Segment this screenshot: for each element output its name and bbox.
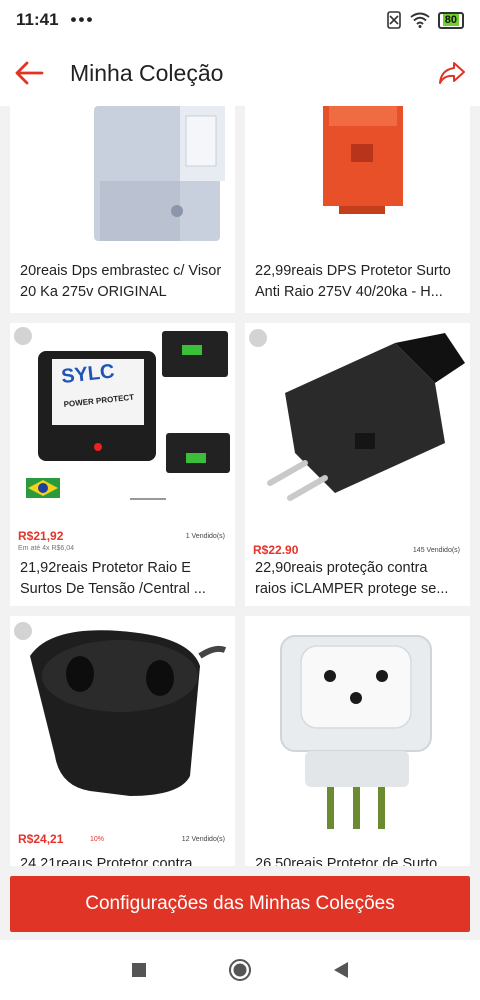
product-grid: 20reais Dps embrastec c/ Visor 20 Ka 275…	[0, 106, 480, 866]
product-card[interactable]: 22,99reais DPS Protetor Surto Anti Raio …	[245, 106, 470, 313]
recent-apps-icon[interactable]	[131, 962, 147, 978]
product-title[interactable]: 22,90reais proteção contra raios iCLAMPE…	[255, 558, 462, 600]
discount-badge: 10%	[90, 836, 105, 843]
product-title[interactable]: 22,99reais DPS Protetor Surto Anti Raio …	[255, 261, 462, 303]
product-price: R$21,92	[18, 529, 64, 543]
collection-settings-button[interactable]: Configurações das Minhas Coleções	[10, 876, 470, 932]
product-image[interactable]	[245, 323, 470, 538]
share-icon[interactable]	[438, 61, 466, 85]
product-card[interactable]: SYLC POWER PROTECT R$21,92 Em até 4x R$6…	[10, 323, 235, 606]
back-triangle-icon[interactable]	[333, 961, 349, 979]
sim-off-icon	[386, 11, 401, 29]
product-card[interactable]: R$24,21 10% 12 Vendido(s) 24,21reaus Pro…	[10, 616, 235, 866]
product-title[interactable]: 21,92reais Protetor Raio E Surtos De Ten…	[20, 558, 227, 600]
status-icons: 80	[386, 11, 464, 29]
product-title[interactable]: 20reais Dps embrastec c/ Visor 20 Ka 275…	[20, 261, 227, 303]
back-arrow-icon[interactable]	[14, 61, 44, 85]
status-time: 11:41	[16, 10, 59, 29]
system-nav-bar	[0, 940, 480, 1000]
battery-level: 80	[442, 13, 459, 26]
product-price: R$24,21	[18, 832, 64, 846]
page-title: Minha Coleção	[70, 59, 224, 86]
product-title[interactable]: 26,50reais Protetor de Surto	[255, 854, 462, 866]
sold-count: 12 Vendido(s)	[181, 836, 225, 843]
product-card[interactable]: R$22.90 145 Vendido(s) 22,90reais proteç…	[245, 323, 470, 606]
sold-count: 1 Vendido(s)	[185, 533, 225, 540]
sold-count: 145 Vendido(s)	[412, 547, 460, 554]
compare-icon[interactable]	[249, 329, 267, 347]
home-icon[interactable]	[228, 958, 252, 982]
product-image[interactable]	[245, 106, 470, 251]
product-card[interactable]: 20reais Dps embrastec c/ Visor 20 Ka 275…	[10, 106, 235, 313]
product-image[interactable]: SYLC POWER PROTECT	[10, 323, 235, 518]
product-card[interactable]: 26,50reais Protetor de Surto	[245, 616, 470, 866]
product-image[interactable]	[245, 616, 470, 844]
battery-icon: 80	[437, 11, 464, 29]
app-bar: Minha Coleção	[0, 40, 480, 106]
product-title[interactable]: 24,21reaus Protetor contra	[20, 854, 227, 866]
wifi-icon	[410, 12, 430, 28]
product-image[interactable]	[10, 616, 235, 816]
status-bar: 11:41 ••• 80	[0, 0, 480, 40]
product-image[interactable]	[10, 106, 235, 251]
compare-icon[interactable]	[14, 622, 32, 640]
product-price: R$22.90	[253, 543, 299, 557]
installment-text: Em até 4x R$6,04	[18, 545, 75, 552]
status-notification-dots: •••	[70, 10, 95, 29]
compare-icon[interactable]	[14, 327, 32, 345]
